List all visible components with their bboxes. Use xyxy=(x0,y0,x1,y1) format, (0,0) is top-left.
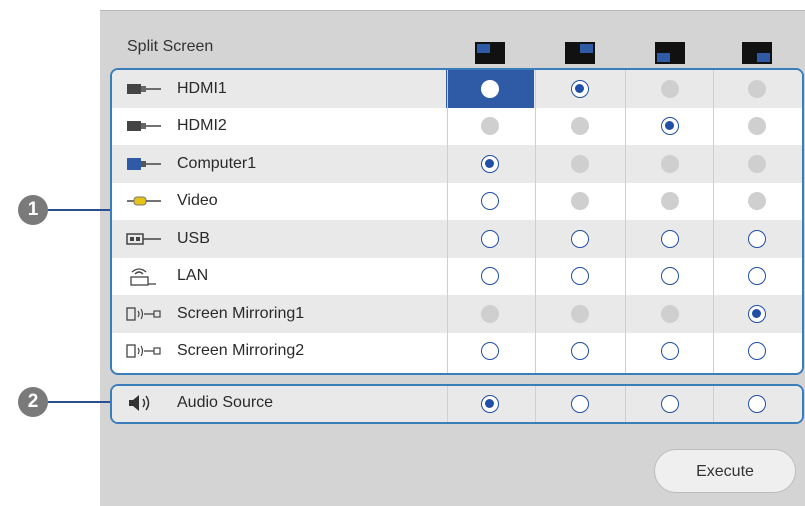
audio-row-bg: Audio Source xyxy=(112,386,802,422)
source-row-screen-mirroring1: Screen Mirroring1 xyxy=(112,295,802,333)
source-2-radio-2 xyxy=(571,117,589,136)
layout-top-left-icon xyxy=(475,42,505,64)
callout-1: 1 xyxy=(18,195,48,225)
source-4-radio-2 xyxy=(571,192,589,211)
source-7-radio-4[interactable] xyxy=(748,304,766,323)
source-4-radio-3 xyxy=(661,192,679,211)
source-row-hdmi1: HDMI1 xyxy=(112,70,802,108)
source-label: HDMI1 xyxy=(177,79,227,97)
source-label: LAN xyxy=(177,267,209,285)
source-3-radio-2 xyxy=(571,154,589,173)
source-row-video: Video xyxy=(112,182,802,220)
source-label: HDMI2 xyxy=(177,117,227,135)
source-3-radio-3 xyxy=(661,154,679,173)
usb-icon xyxy=(126,229,162,249)
screen-mirroring-icon xyxy=(126,304,162,324)
hdmi-icon xyxy=(126,79,162,99)
source-row-usb: USB xyxy=(112,220,802,258)
audio-radio-1[interactable] xyxy=(481,395,499,413)
source-7-radio-3 xyxy=(661,304,679,323)
source-2-radio-1 xyxy=(481,117,499,136)
source-label: Computer1 xyxy=(177,154,257,172)
source-6-radio-3[interactable] xyxy=(661,267,679,286)
column-divider xyxy=(625,70,626,373)
source-label: Video xyxy=(177,192,218,210)
source-4-radio-1[interactable] xyxy=(481,192,499,211)
column-divider xyxy=(713,70,714,373)
source-4-radio-4 xyxy=(748,192,766,211)
source-2-radio-4 xyxy=(748,117,766,136)
lan-icon xyxy=(126,266,162,286)
audio-source-row: Audio Source xyxy=(110,384,804,424)
source-row-computer1: Computer1 xyxy=(112,145,802,183)
computer-icon xyxy=(126,154,162,174)
source-8-radio-3[interactable] xyxy=(661,342,679,361)
callout-1-line xyxy=(48,209,110,211)
column-divider xyxy=(713,386,714,422)
source-label: Screen Mirroring1 xyxy=(177,304,305,322)
source-6-radio-2[interactable] xyxy=(571,267,589,286)
column-divider xyxy=(447,386,448,422)
source-2-radio-3[interactable] xyxy=(661,117,679,136)
execute-button[interactable]: Execute xyxy=(654,449,796,493)
source-3-radio-1[interactable] xyxy=(481,154,499,173)
screen-mirroring-icon xyxy=(126,341,162,361)
audio-source-label: Audio Source xyxy=(177,394,274,411)
source-8-radio-1[interactable] xyxy=(481,342,499,361)
source-6-radio-4[interactable] xyxy=(748,267,766,286)
callout-2-line xyxy=(48,401,110,403)
source-8-radio-4[interactable] xyxy=(748,342,766,361)
source-row-screen-mirroring2: Screen Mirroring2 xyxy=(112,332,802,370)
source-1-radio-3 xyxy=(661,79,679,98)
layout-top-right-icon xyxy=(565,42,595,64)
source-row-hdmi2: HDMI2 xyxy=(112,107,802,145)
column-divider xyxy=(447,70,448,373)
column-divider xyxy=(535,70,536,373)
source-5-radio-2[interactable] xyxy=(571,229,589,248)
column-divider xyxy=(535,386,536,422)
page-title: Split Screen xyxy=(127,38,214,55)
callout-2: 2 xyxy=(18,387,48,417)
audio-radio-2[interactable] xyxy=(571,395,589,413)
source-1-radio-4 xyxy=(748,79,766,98)
audio-radio-4[interactable] xyxy=(748,395,766,413)
source-7-radio-2 xyxy=(571,304,589,323)
audio-radio-3[interactable] xyxy=(661,395,679,413)
source-list: HDMI1 HDMI2 Computer1 Video USB LAN Screen Mir… xyxy=(110,68,804,375)
column-divider xyxy=(625,386,626,422)
source-7-radio-1 xyxy=(481,304,499,323)
source-1-radio-2[interactable] xyxy=(571,79,589,98)
source-1-radio-1[interactable] xyxy=(481,79,499,98)
source-label: USB xyxy=(177,229,210,247)
layout-bottom-right-icon xyxy=(742,42,772,64)
source-5-radio-3[interactable] xyxy=(661,229,679,248)
source-3-radio-4 xyxy=(748,154,766,173)
speaker-icon xyxy=(126,393,162,413)
source-6-radio-1[interactable] xyxy=(481,267,499,286)
hdmi-icon xyxy=(126,116,162,136)
source-5-radio-1[interactable] xyxy=(481,229,499,248)
layout-bottom-left-icon xyxy=(655,42,685,64)
source-5-radio-4[interactable] xyxy=(748,229,766,248)
source-8-radio-2[interactable] xyxy=(571,342,589,361)
video-icon xyxy=(126,191,162,211)
source-row-lan: LAN xyxy=(112,257,802,295)
source-label: Screen Mirroring2 xyxy=(177,342,305,360)
